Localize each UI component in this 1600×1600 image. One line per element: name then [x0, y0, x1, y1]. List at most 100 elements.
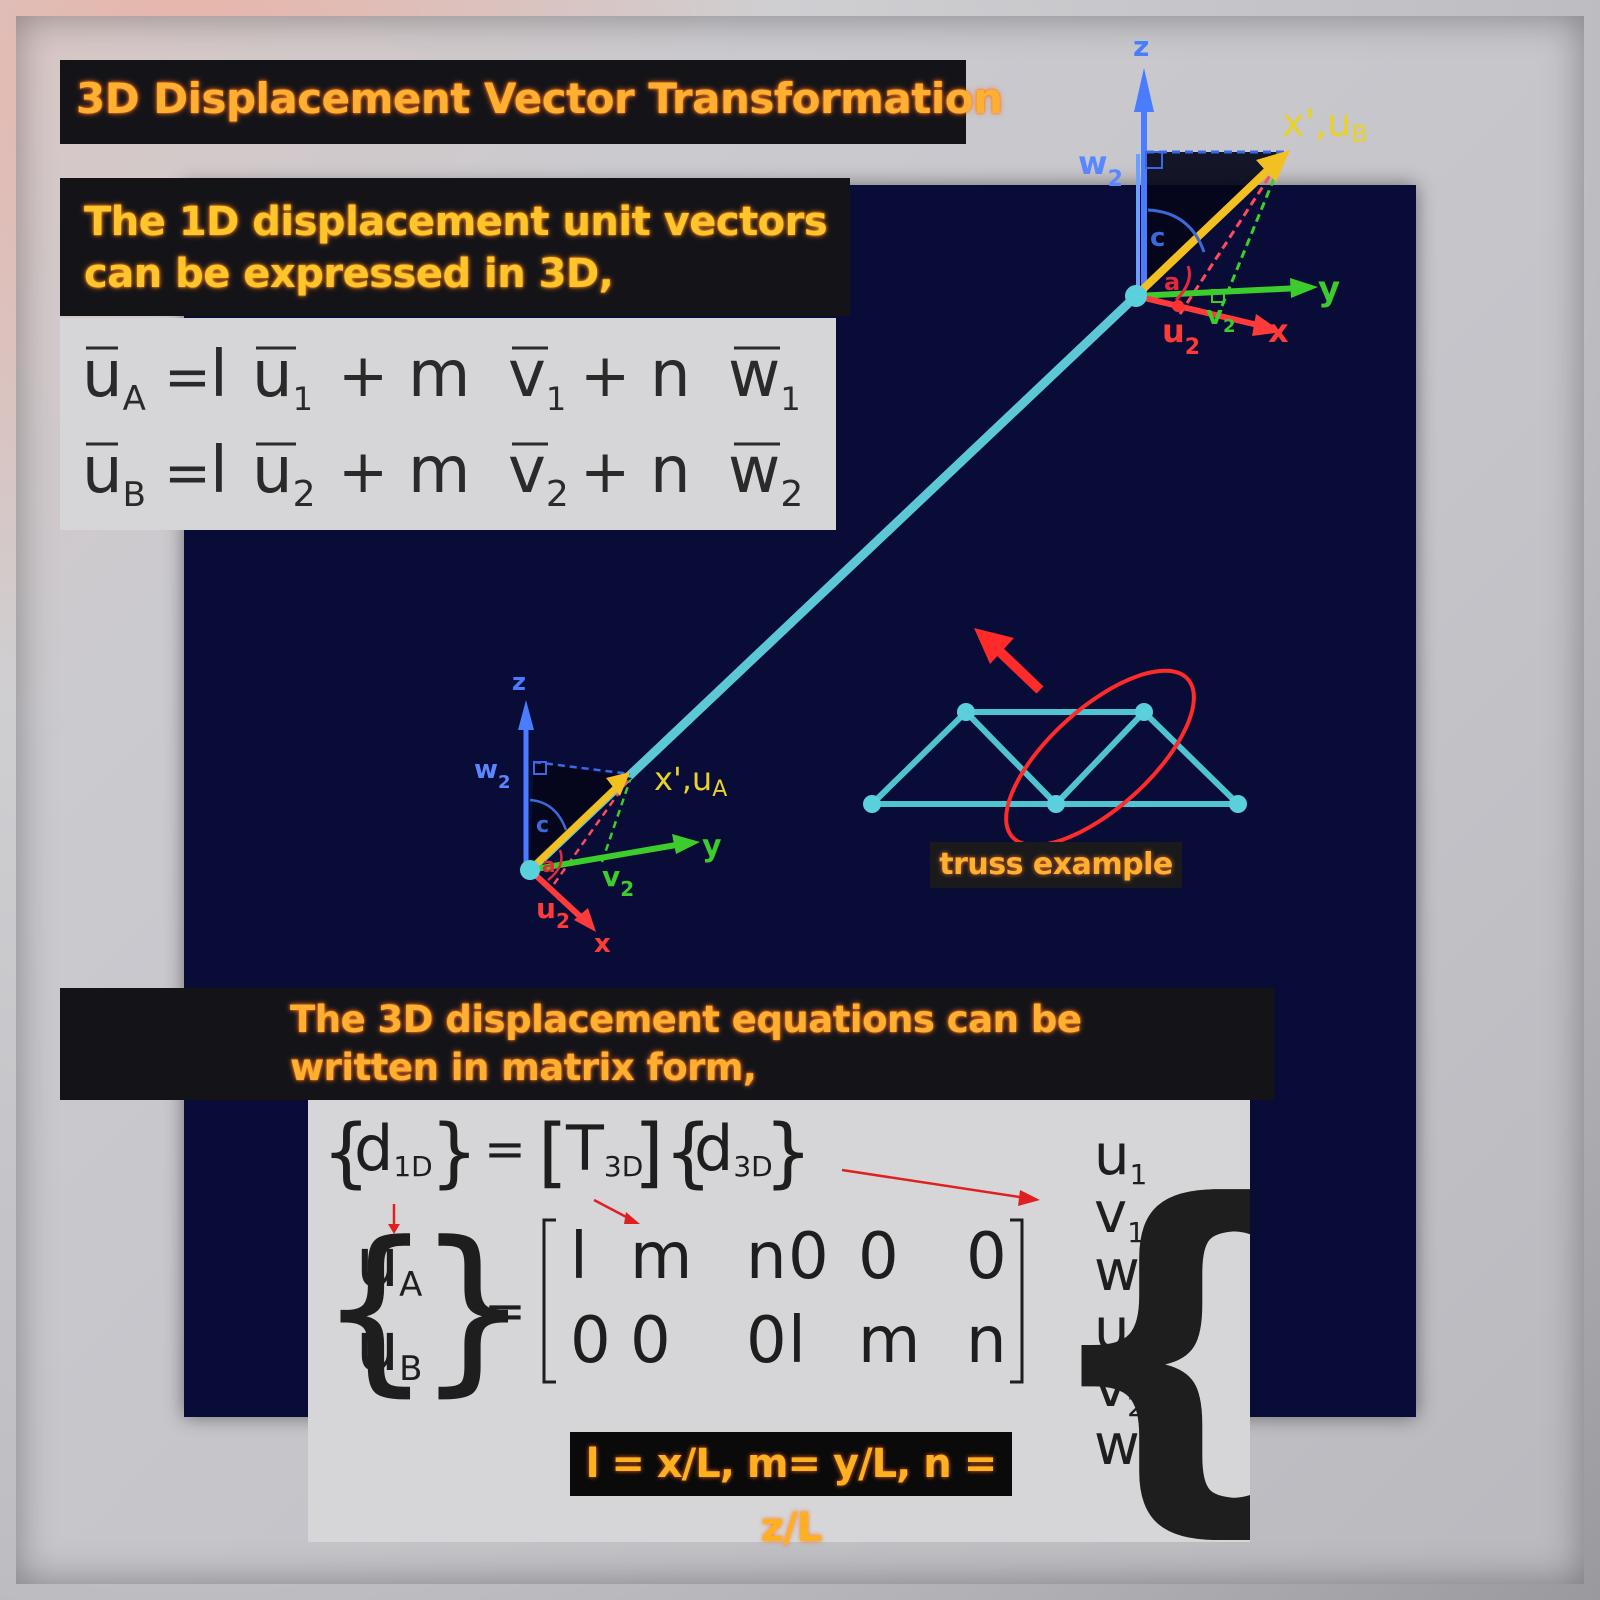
svg-text:v1: v1 — [508, 338, 566, 418]
truss-label: truss example — [939, 847, 1173, 882]
node-b-a-label: a — [1164, 268, 1180, 296]
matrix-bracket-right — [1010, 1218, 1024, 1384]
node-b-y-arrowhead — [1290, 278, 1318, 298]
node-a-sphere — [520, 860, 540, 880]
svg-text:w1: w1 — [728, 338, 801, 418]
t3d-symbol: T3D — [565, 1112, 643, 1185]
node-b-x-prime-label: x',uB — [1282, 101, 1368, 148]
intro-text: The 1D displacement unit vectors can be … — [84, 196, 854, 300]
equals-sign: = — [484, 1120, 526, 1178]
svg-text:v2: v2 — [508, 434, 569, 515]
svg-text:+: + — [580, 437, 630, 507]
svg-text:l: l — [210, 338, 228, 412]
svg-text:w2: w2 — [728, 434, 803, 515]
node-b-x-axis — [1135, 293, 1263, 329]
node-a-a-label: a — [542, 853, 556, 877]
matrix-entry: m — [630, 1220, 692, 1294]
node-a-v-label: v2 — [602, 860, 634, 901]
svg-text:m: m — [408, 434, 470, 508]
brace-close: } — [764, 1107, 812, 1196]
node-b-u-label: u2 — [1162, 312, 1200, 360]
node-a-z-arrowhead — [518, 700, 534, 730]
node-b-x-marker — [1172, 300, 1184, 312]
node-a-triad: z x',uA w2 c a y x u2 v2 — [474, 668, 727, 959]
matrix-banner: The 3D displacement equations can be wri… — [60, 988, 1274, 1100]
svg-text:n: n — [650, 338, 691, 412]
truss-node — [863, 795, 881, 813]
matrix-entry: 0 — [630, 1304, 671, 1378]
rhs-vector: { } u1v1w1u2v2w2 — [1034, 1123, 1250, 1542]
d1d-symbol: d1D — [354, 1112, 433, 1185]
unit-vector-equations-svg: uA = l u1 + m v1 + n w1 uB = l u2 + m v2… — [82, 338, 803, 515]
direction-cosines: l = x/L, m= y/L, n = z/L — [570, 1432, 1012, 1551]
node-b-z-label: z — [1133, 30, 1149, 63]
svg-text:n: n — [650, 434, 691, 508]
node-a-y-label: y — [702, 829, 722, 864]
truss-node — [1229, 795, 1247, 813]
intro-banner: The 1D displacement unit vectors can be … — [60, 178, 850, 316]
node-b-x-label: x — [1268, 312, 1289, 350]
svg-text:+: + — [338, 437, 388, 507]
matrix-banner-line-1: The 3D displacement equations can be — [290, 998, 1082, 1041]
node-a-w-label: w2 — [474, 755, 511, 793]
svg-text:+: + — [580, 341, 630, 411]
bracket-close: ] — [634, 1107, 664, 1196]
matrix-entry: n — [746, 1220, 787, 1294]
arrow-d3d — [841, 1168, 1027, 1200]
svg-text:u1: u1 — [252, 338, 313, 418]
unit-vector-equations: uA = l u1 + m v1 + n w1 uB = l u2 + m v2… — [60, 318, 836, 530]
svg-text:=: = — [164, 345, 211, 410]
svg-text:l: l — [210, 434, 228, 508]
truss-member — [1141, 709, 1241, 807]
node-b-y-label: y — [1318, 269, 1340, 309]
matrix-entry: 0 — [858, 1220, 899, 1294]
equation-b: uB = l u2 + m v2 + n w2 — [82, 434, 803, 515]
compact-equation: { d1D } = [ T3D ] { d3D } — [322, 1107, 812, 1196]
equation-a: uA = l u1 + m v1 + n w1 — [82, 338, 801, 419]
node-b-z-arrowhead — [1134, 68, 1154, 112]
matrix-entry: 0 — [746, 1304, 787, 1378]
truss-node — [1047, 795, 1065, 813]
node-b-w-label: w2 — [1078, 144, 1123, 192]
truss-label-box: truss example — [930, 842, 1182, 888]
matrix-entry: n — [966, 1304, 1007, 1378]
truss-member — [869, 709, 969, 807]
svg-text:u2: u2 — [252, 434, 315, 515]
matrix-entry: m — [858, 1304, 920, 1378]
truss-direction-arrow — [992, 644, 1044, 694]
bracket-open: [ — [538, 1107, 568, 1196]
equals-sign: = — [484, 1282, 526, 1340]
title-banner: 3D Displacement Vector Transformation — [60, 60, 1003, 144]
svg-text:m: m — [408, 338, 470, 412]
matrix-entry: l — [788, 1304, 806, 1378]
node-b-c-label: c — [1150, 223, 1165, 253]
truss-node — [1135, 703, 1153, 721]
matrix-bracket-left — [542, 1218, 556, 1384]
matrix-cells: l m n 0 0 00 0 0 l m n — [570, 1220, 1007, 1378]
page-title: 3D Displacement Vector Transformation — [76, 74, 1003, 123]
node-a-x-prime-label: x',uA — [654, 760, 727, 802]
matrix-entry: 0 — [788, 1220, 829, 1294]
svg-text:=: = — [164, 441, 211, 506]
intro-line-2: can be expressed in 3D, — [84, 251, 614, 297]
node-a-y-arrowhead — [672, 834, 700, 854]
node-a-c-label: c — [536, 813, 549, 838]
matrix-entry: l — [570, 1220, 588, 1294]
matrix-banner-text: The 3D displacement equations can be wri… — [290, 996, 1190, 1092]
truss-example — [863, 628, 1247, 848]
truss-node — [957, 703, 975, 721]
matrix-banner-line-2: written in matrix form, — [290, 1046, 757, 1089]
d3d-symbol: d3D — [694, 1112, 773, 1185]
brace-close: } — [430, 1107, 478, 1196]
node-a-z-label: z — [512, 668, 526, 696]
brace-close-rhs: } — [1164, 1125, 1250, 1542]
intro-line-1: The 1D displacement unit vectors — [84, 199, 828, 245]
matrix-entry: 0 — [570, 1304, 611, 1378]
truss-member-highlighted — [1053, 709, 1147, 807]
matrix-entry: 0 — [966, 1220, 1007, 1294]
node-a-x-label: x — [594, 929, 611, 959]
svg-text:+: + — [338, 341, 388, 411]
node-b-sphere — [1125, 285, 1147, 307]
svg-text:uB: uB — [82, 434, 146, 515]
node-b-v-label: v2 — [1206, 301, 1235, 337]
